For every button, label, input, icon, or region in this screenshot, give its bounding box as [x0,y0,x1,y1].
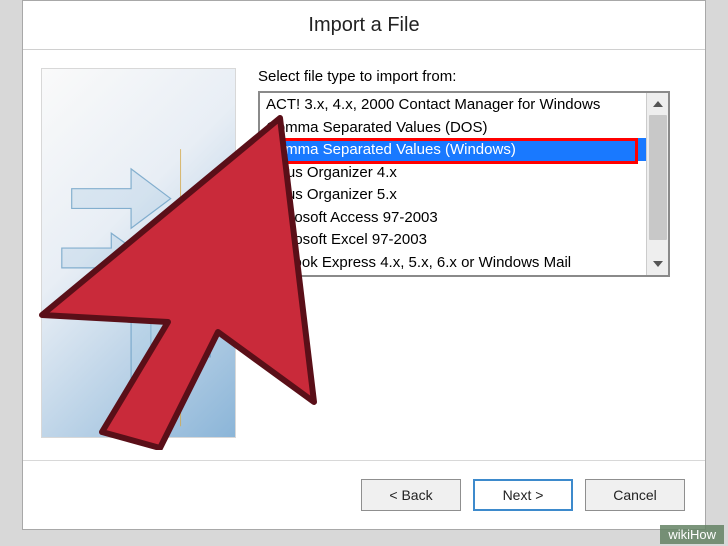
list-item[interactable]: Microsoft Excel 97-2003 [260,228,646,251]
list-item-selected[interactable]: Comma Separated Values (Windows) [260,138,646,161]
dialog-content: Select file type to import from: ACT! 3.… [23,50,705,438]
list-items-container: ACT! 3.x, 4.x, 2000 Contact Manager for … [260,93,646,275]
scroll-down-icon[interactable] [647,253,668,275]
listbox-scrollbar[interactable] [646,93,668,275]
next-button[interactable]: Next > [473,479,573,511]
import-file-dialog: Import a File Select file type to import… [22,0,706,530]
watermark: wikiHow [660,525,724,544]
button-row: < Back Next > Cancel [361,479,685,511]
back-button[interactable]: < Back [361,479,461,511]
prompt-label: Select file type to import from: [258,68,687,85]
dialog-title: Import a File [308,14,419,37]
dialog-header: Import a File [23,1,705,49]
right-pane: Select file type to import from: ACT! 3.… [258,68,687,438]
list-item[interactable]: Lotus Organizer 5.x [260,183,646,206]
cancel-button[interactable]: Cancel [585,479,685,511]
list-item[interactable]: Microsoft Access 97-2003 [260,206,646,229]
list-item[interactable]: Outlook Express 4.x, 5.x, 6.x or Windows… [260,251,646,274]
footer-divider [23,460,705,461]
scroll-thumb[interactable] [649,115,667,240]
wizard-arrows-icon [42,69,235,437]
file-type-listbox[interactable]: ACT! 3.x, 4.x, 2000 Contact Manager for … [258,91,670,277]
wizard-graphic [41,68,236,438]
list-item[interactable]: Comma Separated Values (DOS) [260,116,646,139]
list-item[interactable]: ACT! 3.x, 4.x, 2000 Contact Manager for … [260,93,646,116]
list-item[interactable]: Lotus Organizer 4.x [260,161,646,184]
scroll-up-icon[interactable] [647,93,668,115]
